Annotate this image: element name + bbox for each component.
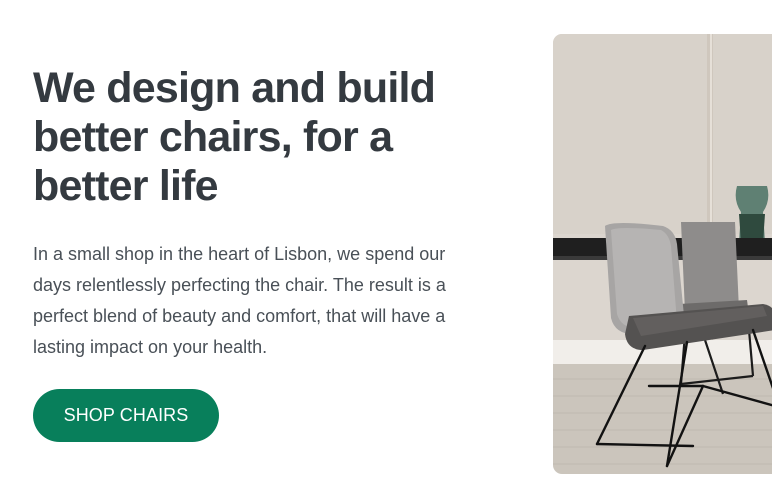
hero-chair-image: [553, 34, 772, 474]
hero-title: We design and build better chairs, for a…: [33, 64, 436, 210]
shop-chairs-button[interactable]: SHOP CHAIRS: [33, 389, 219, 442]
hero-description: In a small shop in the heart of Lisbon, …: [33, 244, 446, 357]
hero-text-block: We design and build better chairs, for a…: [33, 64, 493, 442]
